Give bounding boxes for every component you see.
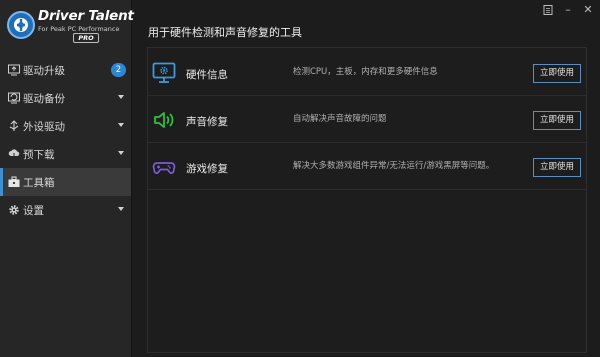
gear-icon: [9, 205, 19, 215]
app-window: Driver Talent For Peak PC Performance PR…: [0, 0, 600, 357]
tool-description: 自动解决声音故障的问题: [293, 114, 387, 124]
monitor-upgrade-icon: [8, 64, 20, 76]
menu-icon[interactable]: [542, 4, 554, 16]
sidebar-item-label: 外设驱动: [23, 120, 65, 133]
sidebar-item-label: 工具箱: [23, 176, 55, 189]
page-title: 用于硬件检测和声音修复的工具: [148, 26, 302, 39]
sidebar-item-peripheral-drivers[interactable]: 外设驱动: [0, 112, 131, 140]
logo-title: Driver Talent: [38, 8, 134, 24]
gamepad-icon: [152, 162, 176, 174]
use-now-button-game-repair[interactable]: 立即使用: [533, 158, 581, 177]
logo-edition-badge: PRO: [73, 33, 99, 43]
tool-description: 解决大多数游戏组件异常/无法运行/游戏黑屏等问题。: [293, 161, 495, 171]
tool-name: 硬件信息: [186, 69, 228, 81]
update-count-badge: 2: [111, 63, 126, 77]
tool-row-game-repair: 游戏修复 解决大多数游戏组件异常/无法运行/游戏黑屏等问题。 立即使用: [148, 144, 586, 190]
tool-name: 游戏修复: [186, 163, 228, 175]
use-now-button-sound-repair[interactable]: 立即使用: [533, 111, 581, 130]
sidebar-item-label: 设置: [23, 204, 44, 217]
cloud-download-icon: [8, 149, 20, 160]
chevron-down-icon: [118, 123, 124, 127]
tool-description: 检测CPU，主板，内存和更多硬件信息: [293, 67, 438, 77]
window-controls: – ✕: [542, 4, 594, 16]
tool-row-sound-repair: 声音修复 自动解决声音故障的问题 立即使用: [148, 97, 586, 143]
toolbox-icon: [8, 176, 20, 187]
backup-icon: [8, 92, 20, 104]
logo-subtitle: For Peak PC Performance: [38, 25, 120, 33]
monitor-settings-icon: [152, 62, 176, 83]
chevron-down-icon: [118, 151, 124, 155]
tool-name: 声音修复: [186, 116, 228, 128]
logo: Driver Talent For Peak PC Performance PR…: [6, 8, 134, 48]
speaker-icon: [154, 112, 174, 128]
logo-gear-icon: [7, 11, 35, 39]
sidebar-item-pre-download[interactable]: 预下载: [0, 140, 131, 168]
peripheral-icon: [9, 120, 19, 131]
sidebar-item-label: 驱动升级: [23, 64, 65, 77]
chevron-down-icon: [118, 95, 124, 99]
tools-panel: 硬件信息 检测CPU，主板，内存和更多硬件信息 立即使用 声音修复 自动解决声音…: [147, 47, 587, 353]
sidebar-item-settings[interactable]: 设置: [0, 196, 131, 224]
sidebar: Driver Talent For Peak PC Performance PR…: [0, 0, 134, 357]
sidebar-item-driver-backup[interactable]: 驱动备份: [0, 84, 131, 112]
close-button[interactable]: ✕: [582, 4, 594, 16]
use-now-button-hardware-info[interactable]: 立即使用: [533, 64, 581, 83]
sidebar-item-label: 驱动备份: [23, 92, 65, 105]
chevron-down-icon: [118, 207, 124, 211]
minimize-button[interactable]: –: [562, 4, 574, 16]
tool-row-hardware-info: 硬件信息 检测CPU，主板，内存和更多硬件信息 立即使用: [148, 50, 586, 96]
sidebar-item-toolbox[interactable]: 工具箱: [0, 168, 131, 196]
sidebar-nav: 驱动升级 2 驱动备份 外设驱动 预下载 工具箱 设置: [0, 56, 131, 224]
sidebar-item-label: 预下载: [23, 148, 55, 161]
sidebar-item-driver-upgrade[interactable]: 驱动升级 2: [0, 56, 131, 84]
